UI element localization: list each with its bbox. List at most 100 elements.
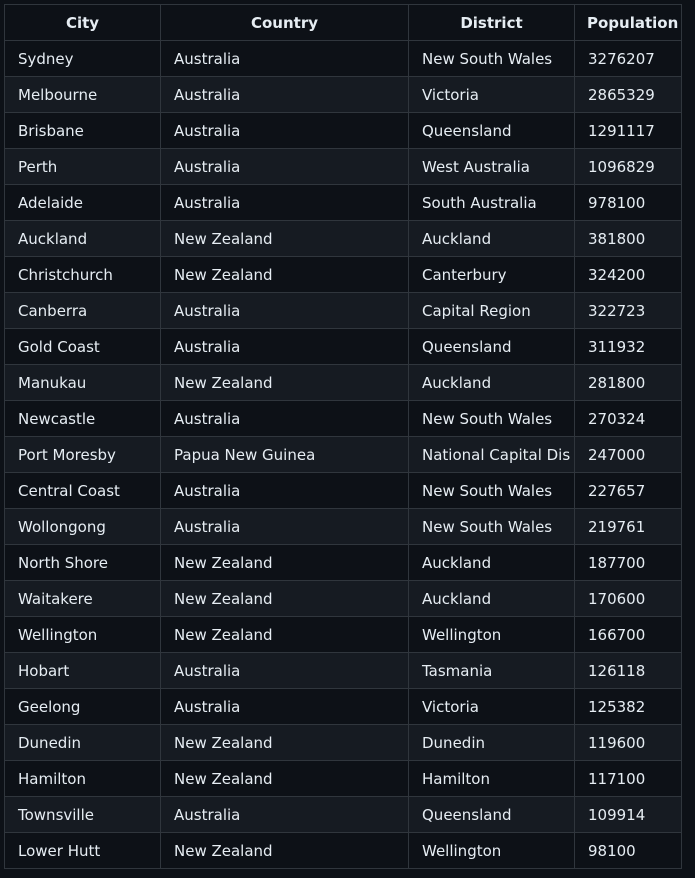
cell-country: Australia [160,184,409,221]
table-row[interactable]: Adelaide Australia South Australia 978100 [4,184,682,221]
table-row[interactable]: Townsville Australia Queensland 109914 [4,796,682,833]
cell-population: 2865329 [574,76,682,113]
cell-country: Australia [160,112,409,149]
table-row[interactable]: Geelong Australia Victoria 125382 [4,688,682,725]
cell-city: North Shore [4,544,161,581]
cell-population: 98100 [574,832,682,869]
column-header-population[interactable]: Population [574,4,682,41]
cell-district: National Capital Dis [408,436,575,473]
table-row[interactable]: Sydney Australia New South Wales 3276207 [4,40,682,77]
cell-population: 119600 [574,724,682,761]
table-row[interactable]: Canberra Australia Capital Region 322723 [4,292,682,329]
cell-country: New Zealand [160,724,409,761]
cell-country: Papua New Guinea [160,436,409,473]
cell-country: New Zealand [160,616,409,653]
cell-country: New Zealand [160,544,409,581]
cell-country: New Zealand [160,256,409,293]
cell-population: 247000 [574,436,682,473]
table-row[interactable]: Gold Coast Australia Queensland 311932 [4,328,682,365]
cell-country: New Zealand [160,760,409,797]
cell-district: Auckland [408,364,575,401]
cell-population: 187700 [574,544,682,581]
cell-population: 381800 [574,220,682,257]
cell-country: New Zealand [160,220,409,257]
cell-district: Dunedin [408,724,575,761]
table-row[interactable]: Auckland New Zealand Auckland 381800 [4,220,682,257]
column-header-district[interactable]: District [408,4,575,41]
cell-district: New South Wales [408,508,575,545]
cell-population: 281800 [574,364,682,401]
cell-city: Melbourne [4,76,161,113]
cell-city: Adelaide [4,184,161,221]
results-table: City Country District Population Sydney A… [4,4,682,869]
cell-city: Auckland [4,220,161,257]
cell-city: Manukau [4,364,161,401]
table-row[interactable]: Dunedin New Zealand Dunedin 119600 [4,724,682,761]
cell-district: Auckland [408,544,575,581]
cell-district: Queensland [408,796,575,833]
table-row[interactable]: Wellington New Zealand Wellington 166700 [4,616,682,653]
cell-population: 1096829 [574,148,682,185]
cell-district: Capital Region [408,292,575,329]
cell-district: South Australia [408,184,575,221]
table-row[interactable]: Hamilton New Zealand Hamilton 117100 [4,760,682,797]
column-header-city[interactable]: City [4,4,161,41]
cell-country: New Zealand [160,580,409,617]
cell-district: Wellington [408,832,575,869]
cell-population: 219761 [574,508,682,545]
cell-city: Waitakere [4,580,161,617]
table-row[interactable]: Waitakere New Zealand Auckland 170600 [4,580,682,617]
cell-population: 125382 [574,688,682,725]
cell-city: Central Coast [4,472,161,509]
table-body: Sydney Australia New South Wales 3276207 Mel… [4,40,682,869]
cell-city: Canberra [4,292,161,329]
column-header-country[interactable]: Country [160,4,409,41]
cell-country: Australia [160,652,409,689]
cell-country: Australia [160,40,409,77]
table-row[interactable]: Hobart Australia Tasmania 126118 [4,652,682,689]
cell-city: Hamilton [4,760,161,797]
cell-district: West Australia [408,148,575,185]
cell-district: Wellington [408,616,575,653]
cell-population: 270324 [574,400,682,437]
cell-country: Australia [160,688,409,725]
cell-city: Christchurch [4,256,161,293]
table-row[interactable]: Melbourne Australia Victoria 2865329 [4,76,682,113]
cell-city: Hobart [4,652,161,689]
cell-city: Townsville [4,796,161,833]
cell-district: New South Wales [408,40,575,77]
cell-country: Australia [160,76,409,113]
table-header-row: City Country District Population [4,4,682,41]
table-row[interactable]: Central Coast Australia New South Wales 227… [4,472,682,509]
cell-city: Gold Coast [4,328,161,365]
table-row[interactable]: Wollongong Australia New South Wales 219761 [4,508,682,545]
cell-population: 117100 [574,760,682,797]
cell-district: Auckland [408,580,575,617]
table-row[interactable]: Manukau New Zealand Auckland 281800 [4,364,682,401]
table-row[interactable]: North Shore New Zealand Auckland 187700 [4,544,682,581]
cell-country: New Zealand [160,832,409,869]
cell-district: Victoria [408,76,575,113]
cell-population: 3276207 [574,40,682,77]
table-row[interactable]: Port Moresby Papua New Guinea National Cap… [4,436,682,473]
cell-country: Australia [160,328,409,365]
table-row[interactable]: Christchurch New Zealand Canterbury 324200 [4,256,682,293]
cell-population: 126118 [574,652,682,689]
table-row[interactable]: Lower Hutt New Zealand Wellington 98100 [4,832,682,869]
cell-population: 166700 [574,616,682,653]
table-row[interactable]: Perth Australia West Australia 1096829 [4,148,682,185]
cell-city: Dunedin [4,724,161,761]
table-row[interactable]: Brisbane Australia Queensland 1291117 [4,112,682,149]
cell-population: 170600 [574,580,682,617]
cell-country: Australia [160,400,409,437]
cell-district: Auckland [408,220,575,257]
cell-city: Brisbane [4,112,161,149]
cell-district: Tasmania [408,652,575,689]
cell-city: Port Moresby [4,436,161,473]
cell-district: Hamilton [408,760,575,797]
cell-country: Australia [160,472,409,509]
cell-district: New South Wales [408,400,575,437]
cell-district: Canterbury [408,256,575,293]
table-row[interactable]: Newcastle Australia New South Wales 270324 [4,400,682,437]
cell-city: Perth [4,148,161,185]
